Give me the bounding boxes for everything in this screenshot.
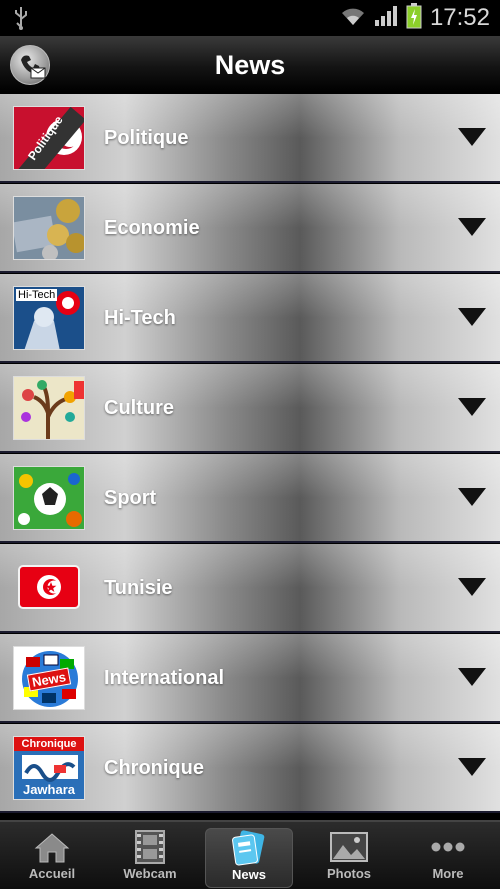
film-icon: [106, 828, 194, 866]
tab-photos[interactable]: Photos: [305, 828, 393, 888]
status-bar: 17:52: [0, 0, 500, 36]
chronique-thumbnail: Chronique Jawhara: [13, 736, 85, 800]
category-row-tunisie[interactable]: Tunisie: [0, 544, 500, 633]
page-title: News: [214, 50, 286, 80]
hi-tech-thumb-text: Hi-Tech: [16, 289, 58, 301]
category-row-international[interactable]: News International: [0, 634, 500, 723]
category-row-economie[interactable]: Economie: [0, 184, 500, 273]
tab-label: News: [232, 867, 266, 882]
home-icon: [8, 828, 96, 866]
tab-label: Accueil: [28, 866, 76, 881]
category-label: Chronique: [104, 757, 204, 779]
category-row-politique[interactable]: Politique Politique: [0, 94, 500, 183]
clock: 17:52: [429, 4, 490, 31]
tunisia-flag-icon: [13, 556, 85, 620]
category-label: Politique: [104, 127, 189, 149]
photos-icon: [305, 828, 393, 866]
app-header: News: [0, 36, 500, 94]
wifi-icon: [340, 5, 366, 32]
category-label: Economie: [104, 217, 200, 239]
signal-icon: [374, 5, 398, 32]
tab-webcam[interactable]: Webcam: [106, 828, 194, 888]
more-icon: [404, 828, 492, 866]
category-row-hi-tech[interactable]: Hi-Tech Hi-Tech: [0, 274, 500, 363]
tab-accueil[interactable]: Accueil: [8, 828, 96, 888]
usb-icon: [12, 5, 30, 36]
chevron-down-icon[interactable]: [458, 578, 486, 596]
chevron-down-icon[interactable]: [458, 398, 486, 416]
category-row-chronique[interactable]: Chronique Jawhara Chronique: [0, 724, 500, 813]
tab-more[interactable]: More: [404, 828, 492, 888]
hi-tech-thumbnail: Hi-Tech: [13, 286, 85, 350]
international-thumbnail: News: [13, 646, 85, 710]
category-row-culture[interactable]: Culture: [0, 364, 500, 453]
category-row-sport[interactable]: Sport: [0, 454, 500, 543]
battery-icon: [406, 2, 422, 34]
sport-thumbnail: [13, 466, 85, 530]
tab-label: Webcam: [123, 866, 177, 881]
category-label: Sport: [104, 487, 157, 509]
tab-news[interactable]: News: [205, 828, 293, 888]
tab-label: Photos: [326, 866, 372, 881]
news-icon: [206, 829, 292, 867]
chevron-down-icon[interactable]: [458, 218, 486, 236]
category-label: Tunisie: [104, 577, 173, 599]
chevron-down-icon[interactable]: [458, 488, 486, 506]
category-label: Culture: [104, 397, 174, 419]
category-label: Hi-Tech: [104, 307, 176, 329]
chronique-thumb-text2: Jawhara: [22, 782, 76, 797]
category-label: International: [104, 667, 225, 689]
tab-label: More: [432, 866, 464, 881]
chevron-down-icon[interactable]: [458, 308, 486, 326]
politique-thumbnail: Politique: [13, 106, 85, 170]
chevron-down-icon[interactable]: [458, 758, 486, 776]
chevron-down-icon[interactable]: [458, 128, 486, 146]
culture-thumbnail: [13, 376, 85, 440]
economie-thumbnail: [13, 196, 85, 260]
news-category-list: Politique Politique Economie Hi-Tech Hi-…: [0, 94, 500, 820]
chevron-down-icon[interactable]: [458, 668, 486, 686]
bottom-tab-bar: Accueil Webcam News Photos More: [0, 820, 500, 889]
